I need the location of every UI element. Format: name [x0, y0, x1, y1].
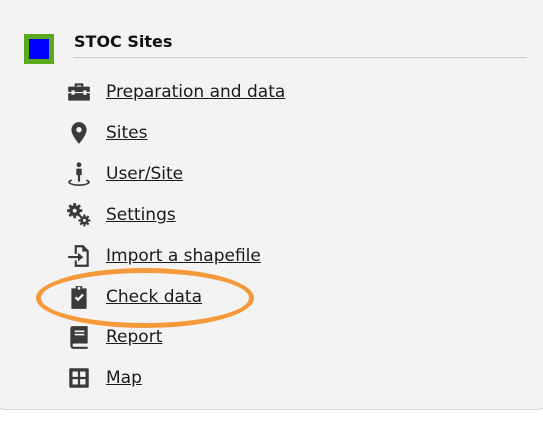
- section-header: STOC Sites: [24, 34, 527, 64]
- color-swatch-fill: [29, 39, 49, 59]
- menu-item-label[interactable]: Report: [106, 327, 162, 347]
- color-swatch: [24, 34, 54, 64]
- menu-item-user-site[interactable]: User/Site: [64, 158, 424, 190]
- menu-item-report[interactable]: Report: [64, 321, 424, 353]
- toolbox-icon: [64, 77, 94, 107]
- menu-item-import-shapefile[interactable]: Import a shapefile: [64, 240, 424, 272]
- menu-item-label[interactable]: Preparation and data: [106, 82, 285, 102]
- menu-item-check-data[interactable]: Check data: [64, 281, 424, 313]
- person-pin-icon: [64, 159, 94, 189]
- file-import-icon: [64, 241, 94, 271]
- book-icon: [64, 322, 94, 352]
- header-divider: [73, 57, 527, 58]
- section-title: STOC Sites: [74, 32, 173, 51]
- menu-item-label[interactable]: Map: [106, 368, 142, 388]
- menu-item-settings[interactable]: Settings: [64, 199, 424, 231]
- menu-item-label[interactable]: Settings: [106, 205, 176, 225]
- menu-item-label[interactable]: User/Site: [106, 164, 183, 184]
- menu-item-preparation-and-data[interactable]: Preparation and data: [64, 76, 424, 108]
- menu-item-map[interactable]: Map: [64, 362, 424, 394]
- gears-icon: [64, 200, 94, 230]
- menu-item-label[interactable]: Import a shapefile: [106, 246, 261, 266]
- menu-item-label[interactable]: Check data: [106, 287, 202, 307]
- clipboard-check-icon: [64, 282, 94, 312]
- menu-item-label[interactable]: Sites: [106, 123, 148, 143]
- grid-map-icon: [64, 363, 94, 393]
- map-marker-icon: [64, 118, 94, 148]
- menu-item-sites[interactable]: Sites: [64, 117, 424, 149]
